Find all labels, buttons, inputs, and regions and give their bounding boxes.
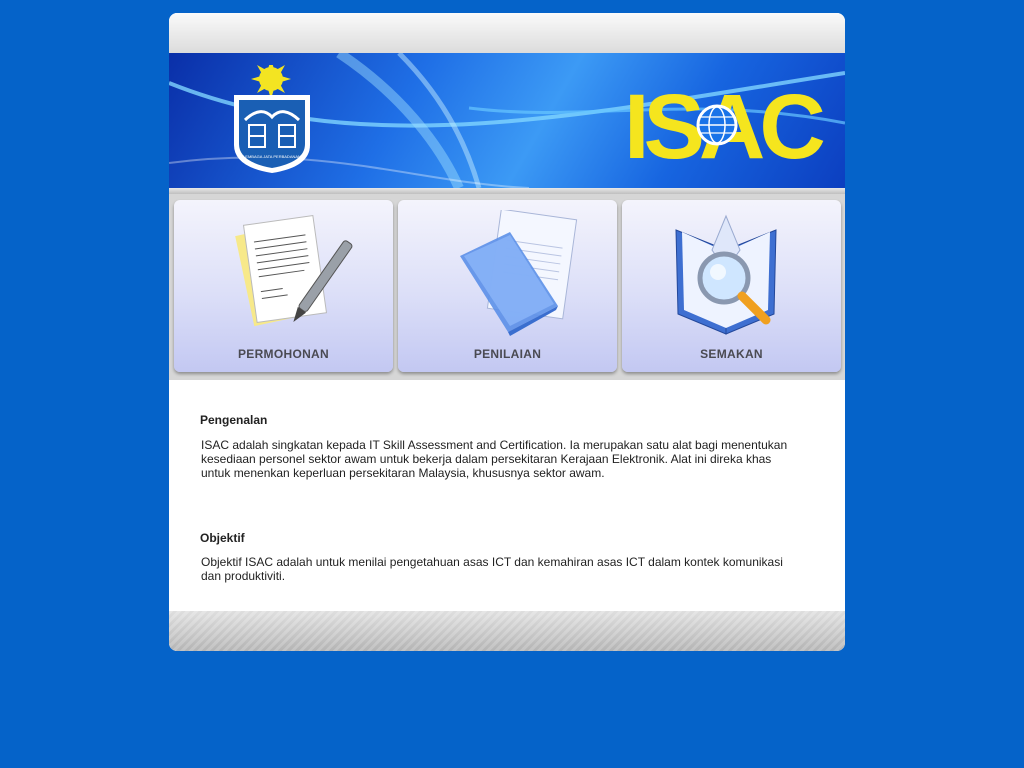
top-bar <box>169 13 845 53</box>
globe-icon <box>696 104 738 146</box>
emblem-caption: LEMBAGA JATA PERBADANAN <box>243 154 301 159</box>
objective-body: Objektif ISAC adalah untuk menilai penge… <box>201 555 801 583</box>
footer-bar <box>169 611 845 651</box>
menu-tile-label: PENILAIAN <box>473 347 542 361</box>
intro-line: untuk menenkan keperluan persekitaran Ma… <box>201 466 605 480</box>
objective-line: dan produktiviti. <box>201 569 286 583</box>
menu-tile-label: PERMOHONAN <box>237 347 329 361</box>
menu-tile-permohonan[interactable]: PERMOHONAN <box>174 200 393 372</box>
document-stack-icon <box>460 210 578 336</box>
objective-line: Objektif ISAC adalah untuk menilai penge… <box>201 555 783 569</box>
isac-logo: ISAC <box>624 76 824 168</box>
main-container: LEMBAGA JATA PERBADANAN ISAC <box>169 13 845 651</box>
content-area: Pengenalan ISAC adalah singkatan kepada … <box>169 380 845 611</box>
header-banner: LEMBAGA JATA PERBADANAN ISAC <box>169 53 845 188</box>
menu-tile-semakan[interactable]: SEMAKAN <box>622 200 841 372</box>
intro-line: ISAC adalah singkatan kepada IT Skill As… <box>201 438 788 452</box>
objective-title: Objektif <box>200 531 245 545</box>
jata-emblem-icon: LEMBAGA JATA PERBADANAN <box>234 65 310 173</box>
book-magnifier-icon <box>675 214 777 335</box>
menu-tile-label: SEMAKAN <box>700 347 763 361</box>
intro-title: Pengenalan <box>200 413 268 427</box>
menu-tile-penilaian[interactable]: PENILAIAN <box>398 200 617 372</box>
intro-body: ISAC adalah singkatan kepada IT Skill As… <box>201 438 801 480</box>
intro-line: kesediaan personel sektor awam untuk bek… <box>201 452 772 466</box>
document-pen-icon <box>235 215 353 327</box>
menu-area: PERMOHONAN PENILAIAN SEMAKAN <box>169 194 845 380</box>
